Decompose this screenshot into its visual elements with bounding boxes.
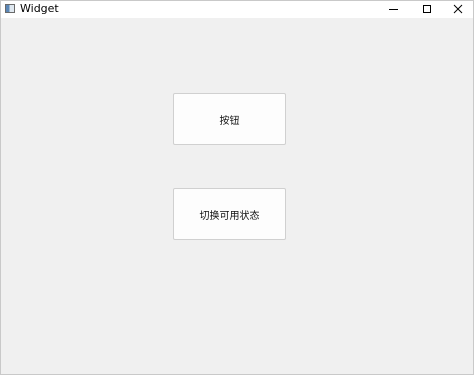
primary-button[interactable]: 按钮 — [173, 93, 286, 145]
title-bar[interactable]: Widget — [1, 1, 473, 18]
toggle-enabled-button[interactable]: 切换可用状态 — [173, 188, 286, 240]
widget-client-area: 按钮 切换可用状态 — [1, 18, 473, 374]
maximize-button[interactable] — [410, 1, 444, 18]
app-window: Widget 按钮 切换可用状态 — [0, 0, 474, 375]
close-icon — [453, 4, 463, 14]
primary-button-label: 按钮 — [219, 115, 240, 127]
window-icon — [5, 4, 15, 13]
maximize-icon — [423, 5, 431, 13]
minimize-button[interactable] — [377, 1, 411, 18]
toggle-enabled-button-label: 切换可用状态 — [199, 210, 260, 222]
minimize-icon — [389, 9, 398, 10]
close-button[interactable] — [443, 1, 473, 18]
window-title: Widget — [20, 2, 59, 15]
